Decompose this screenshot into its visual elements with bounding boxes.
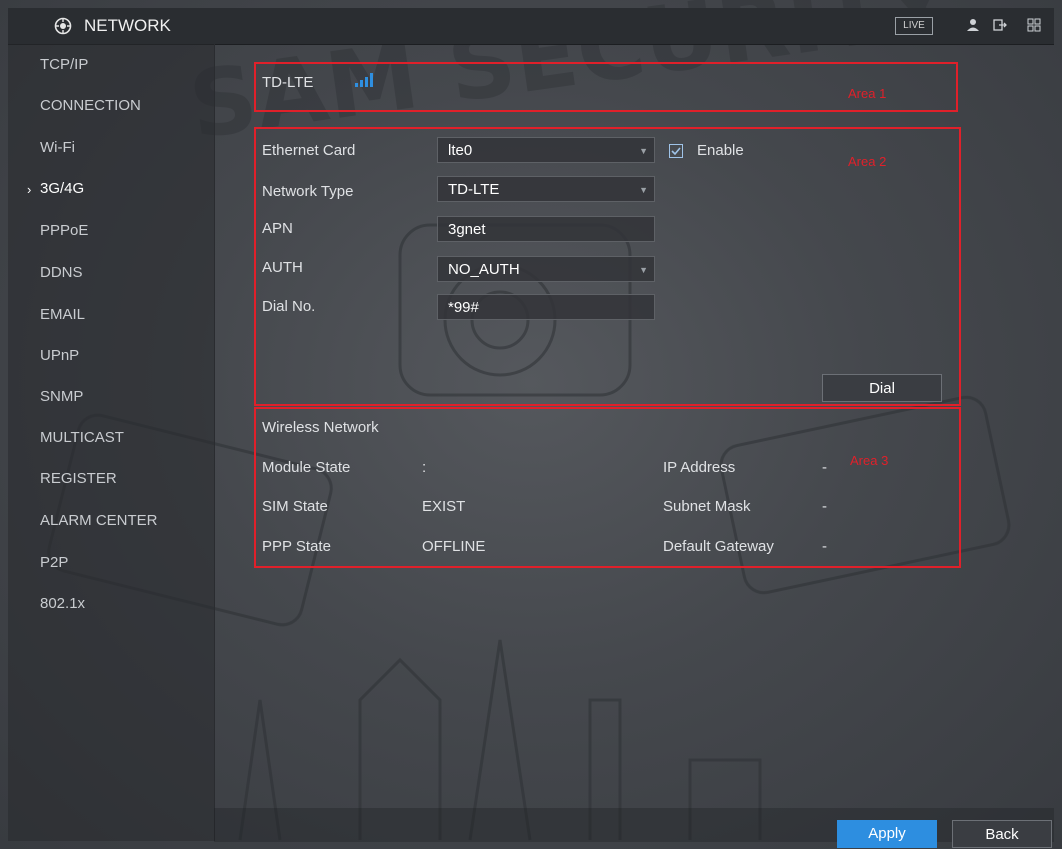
subnet-mask-label: Subnet Mask — [663, 498, 751, 515]
module-state-label: Module State — [262, 459, 351, 476]
sidebar-item-upnp[interactable]: UPnP — [40, 347, 79, 364]
dropdown-arrow-icon: ▼ — [639, 265, 648, 275]
enable-label: Enable — [697, 142, 744, 159]
grid-icon[interactable] — [1026, 18, 1042, 34]
network-status-label: TD-LTE — [262, 74, 314, 91]
apn-label: APN — [262, 220, 293, 237]
user-icon[interactable] — [965, 18, 981, 34]
live-button[interactable]: LIVE — [895, 17, 933, 35]
apn-value: 3gnet — [448, 221, 486, 238]
sim-state-label: SIM State — [262, 498, 328, 515]
ethernet-card-select[interactable]: lte0 ▼ — [437, 137, 655, 163]
ethernet-card-label: Ethernet Card — [262, 142, 356, 159]
sidebar-item-email[interactable]: EMAIL — [40, 306, 85, 323]
sidebar-item-3g4g[interactable]: 3G/4G — [40, 180, 84, 197]
network-type-label: Network Type — [262, 183, 354, 200]
ppp-state-value: OFFLINE — [422, 538, 486, 555]
signal-bars-icon — [355, 73, 373, 87]
logout-icon[interactable] — [993, 18, 1009, 34]
sidebar-item-register[interactable]: REGISTER — [40, 470, 117, 487]
ip-address-label: IP Address — [663, 459, 736, 476]
back-button[interactable]: Back — [952, 820, 1052, 848]
network-type-value: TD-LTE — [448, 181, 500, 198]
apply-button[interactable]: Apply — [837, 820, 937, 848]
sidebar-item-connection[interactable]: CONNECTION — [40, 97, 141, 114]
sidebar-item-ddns[interactable]: DDNS — [40, 264, 83, 281]
chevron-right-icon: › — [27, 182, 32, 197]
ip-address-value: - — [822, 459, 827, 476]
sidebar-item-multicast[interactable]: MULTICAST — [40, 429, 124, 446]
network-gear-icon — [54, 17, 72, 35]
subnet-mask-value: - — [822, 498, 827, 515]
auth-label: AUTH — [262, 259, 303, 276]
ppp-state-label: PPP State — [262, 538, 331, 555]
default-gateway-value: - — [822, 538, 827, 555]
dial-button[interactable]: Dial — [822, 374, 942, 402]
sidebar-item-pppoe[interactable]: PPPoE — [40, 222, 88, 239]
area-1-label: Area 1 — [848, 86, 887, 101]
area-2-label: Area 2 — [848, 154, 887, 169]
sidebar-item-wifi[interactable]: Wi-Fi — [40, 139, 75, 156]
sidebar-item-snmp[interactable]: SNMP — [40, 388, 83, 405]
dial-no-input[interactable]: *99# — [437, 294, 655, 320]
sidebar-item-8021x[interactable]: 802.1x — [40, 595, 85, 612]
ethernet-card-value: lte0 — [448, 142, 473, 159]
wireless-network-title: Wireless Network — [262, 419, 379, 436]
sidebar-item-tcpip[interactable]: TCP/IP — [40, 56, 88, 73]
module-state-value: : — [422, 459, 427, 476]
dropdown-arrow-icon: ▼ — [639, 146, 648, 156]
dropdown-arrow-icon: ▼ — [639, 185, 648, 195]
sidebar-item-alarm-center[interactable]: ALARM CENTER — [40, 512, 158, 529]
network-type-select[interactable]: TD-LTE ▼ — [437, 176, 655, 202]
default-gateway-label: Default Gateway — [663, 538, 774, 555]
page-title: NETWORK — [84, 16, 171, 35]
area-3-label: Area 3 — [850, 453, 889, 468]
dial-no-label: Dial No. — [262, 298, 316, 315]
auth-select[interactable]: NO_AUTH ▼ — [437, 256, 655, 282]
checkbox-check-icon — [671, 147, 681, 156]
sim-state-value: EXIST — [422, 498, 466, 515]
top-bar: NETWORK LIVE — [8, 8, 1054, 45]
dial-no-value: *99# — [448, 299, 479, 316]
apn-input[interactable]: 3gnet — [437, 216, 655, 242]
auth-value: NO_AUTH — [448, 261, 520, 278]
sidebar-item-p2p[interactable]: P2P — [40, 554, 68, 571]
enable-checkbox[interactable] — [669, 144, 683, 158]
